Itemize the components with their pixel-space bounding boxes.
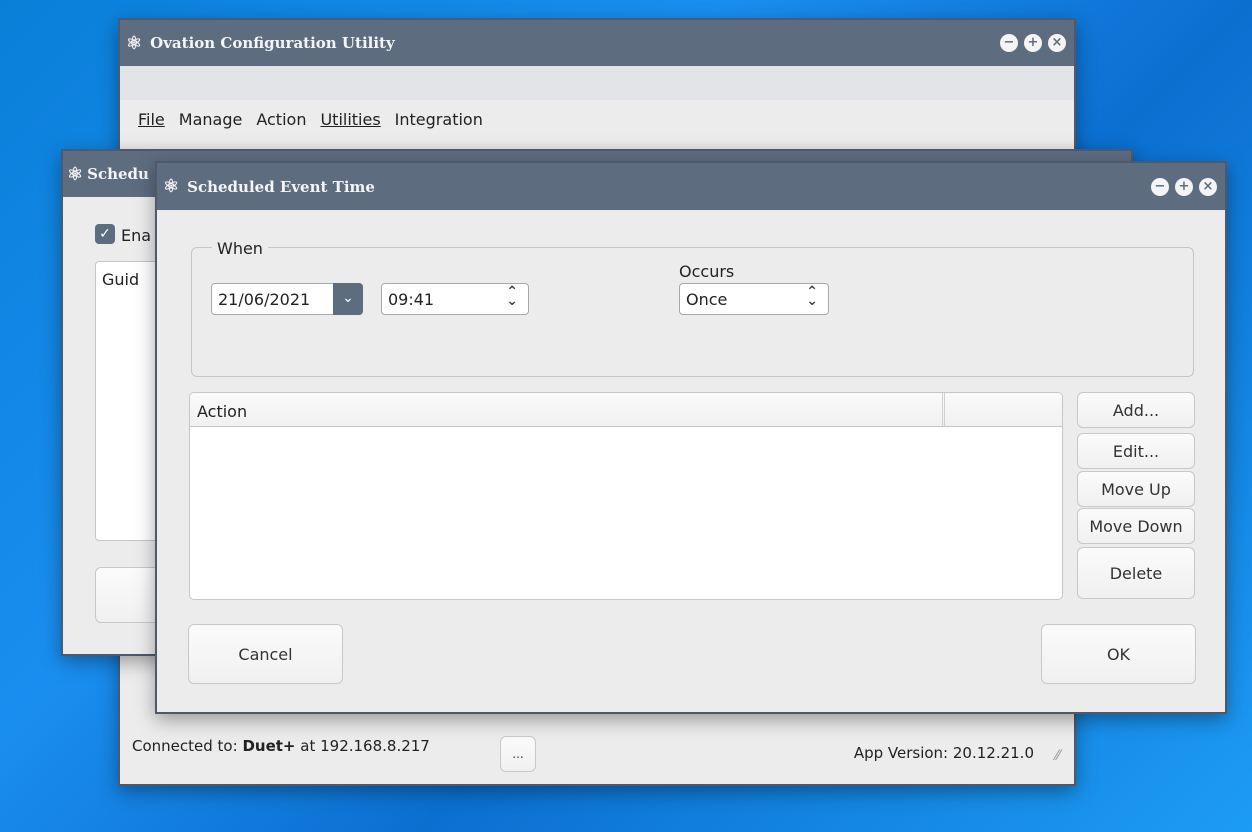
spinner-arrows-icon: ⌃ ⌄ bbox=[806, 284, 818, 309]
status-bar: Connected to: Duet+ at 192.168.8.217 ...… bbox=[120, 722, 1074, 786]
resize-grip-icon[interactable]: ⁄⁄ bbox=[1055, 748, 1060, 764]
add-button[interactable]: Add... bbox=[1077, 392, 1195, 428]
occurs-label: Occurs bbox=[679, 262, 735, 281]
atom-icon: ⚛ bbox=[126, 32, 143, 54]
enable-checkbox[interactable]: ✓ bbox=[95, 224, 115, 244]
more-options-button[interactable]: ... bbox=[500, 736, 536, 772]
menu-integration[interactable]: Integration bbox=[395, 110, 483, 129]
date-picker[interactable]: 21/06/2021 ⌄ bbox=[211, 283, 363, 315]
delete-button[interactable]: Delete bbox=[1077, 547, 1195, 599]
occurs-value: Once bbox=[686, 289, 728, 309]
date-value: 21/06/2021 bbox=[218, 289, 311, 309]
app-version: App Version: 20.12.21.0 bbox=[853, 744, 1034, 762]
edit-button[interactable]: Edit... bbox=[1077, 433, 1195, 469]
maximize-icon[interactable]: + bbox=[1024, 34, 1042, 52]
main-window-title: Ovation Configuration Utility bbox=[150, 34, 395, 52]
time-spinner[interactable]: 09:41 ⌃ ⌄ bbox=[381, 283, 529, 315]
maximize-icon[interactable]: + bbox=[1175, 178, 1193, 196]
when-label: When bbox=[212, 239, 268, 258]
menu-bar: File Manage Action Utilities Integration bbox=[120, 100, 1074, 138]
ok-button[interactable]: OK bbox=[1041, 624, 1196, 684]
close-icon[interactable]: × bbox=[1048, 34, 1066, 52]
action-column-header[interactable]: Action bbox=[197, 402, 247, 421]
menu-utilities[interactable]: Utilities bbox=[320, 110, 380, 129]
minimize-icon[interactable]: − bbox=[1151, 178, 1169, 196]
dialog-titlebar[interactable]: ⚛ Scheduled Event Time − + × bbox=[157, 163, 1225, 210]
time-value: 09:41 bbox=[388, 289, 435, 309]
calendar-dropdown-button[interactable]: ⌄ bbox=[333, 283, 363, 315]
toolbar-strip bbox=[120, 66, 1074, 100]
enable-checkbox-label: Ena bbox=[121, 226, 152, 245]
action-table[interactable]: Action bbox=[189, 392, 1063, 600]
minimize-icon[interactable]: − bbox=[1000, 34, 1018, 52]
menu-manage[interactable]: Manage bbox=[179, 110, 243, 129]
action-table-header: Action bbox=[190, 393, 1062, 427]
menu-file[interactable]: File bbox=[138, 110, 165, 129]
guid-column-header: Guid bbox=[102, 270, 140, 289]
menu-action[interactable]: Action bbox=[256, 110, 306, 129]
cancel-button[interactable]: Cancel bbox=[188, 624, 343, 684]
main-titlebar[interactable]: ⚛ Ovation Configuration Utility − + × bbox=[120, 20, 1074, 66]
scheduled-events-title: Schedu bbox=[87, 165, 149, 183]
device-name: Duet+ bbox=[242, 737, 296, 755]
chevron-down-icon: ⌄ bbox=[342, 290, 354, 306]
atom-icon: ⚛ bbox=[163, 176, 180, 197]
column-divider[interactable] bbox=[944, 393, 945, 427]
spinner-arrows-icon[interactable]: ⌃ ⌄ bbox=[506, 285, 518, 308]
connection-status: Connected to: Duet+ at 192.168.8.217 bbox=[132, 737, 430, 755]
connected-prefix: Connected to: bbox=[132, 737, 238, 755]
move-down-button[interactable]: Move Down bbox=[1077, 508, 1195, 544]
dialog-title: Scheduled Event Time bbox=[187, 177, 375, 196]
column-divider[interactable] bbox=[942, 393, 943, 427]
atom-icon: ⚛ bbox=[67, 163, 84, 185]
close-icon[interactable]: × bbox=[1199, 178, 1217, 196]
scheduled-event-time-dialog: ⚛ Scheduled Event Time − + × When 21/06/… bbox=[155, 161, 1227, 714]
move-up-button[interactable]: Move Up bbox=[1077, 471, 1195, 507]
occurs-select[interactable]: Once ⌃ ⌄ bbox=[679, 283, 829, 315]
device-address: at 192.168.8.217 bbox=[300, 737, 430, 755]
